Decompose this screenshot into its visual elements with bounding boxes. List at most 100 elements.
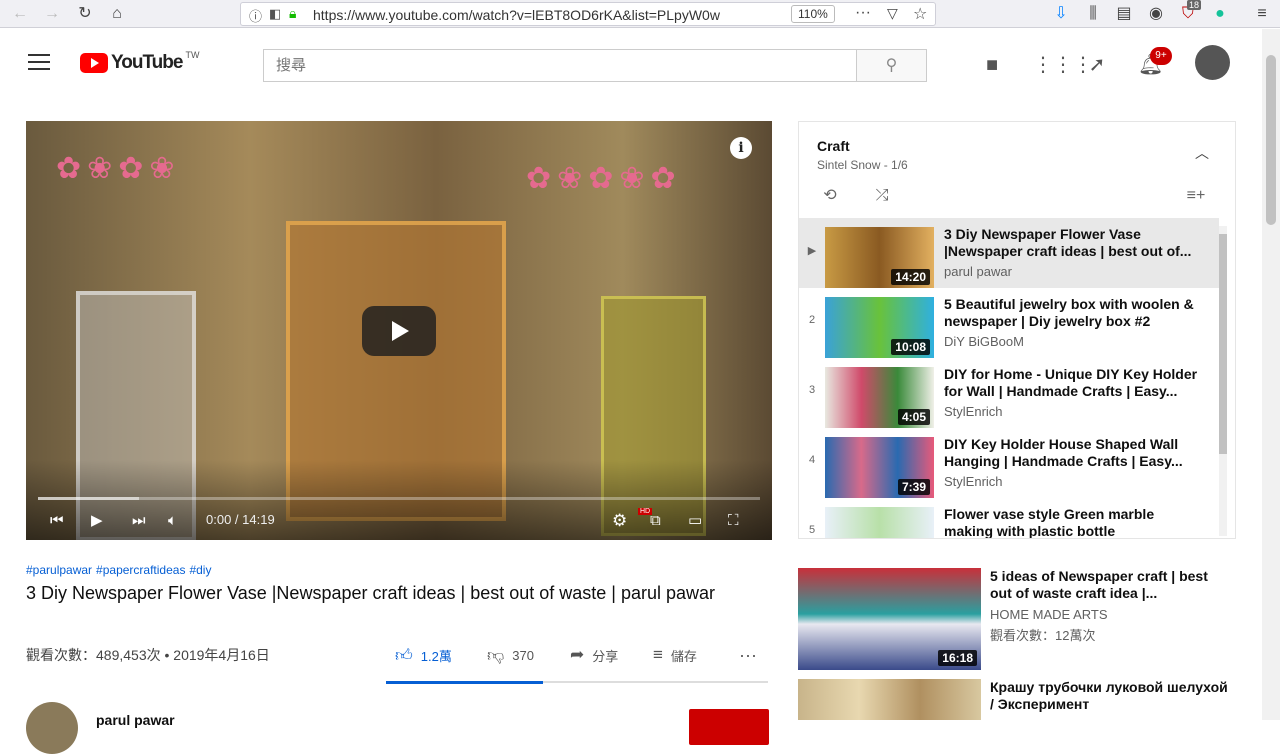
playlist-scrollbar-thumb[interactable]: [1219, 234, 1227, 454]
channel-avatar[interactable]: [26, 702, 78, 754]
channel-row: parul pawar: [26, 700, 776, 754]
duration-badge: 7:39: [897, 479, 930, 495]
settings-gear-icon[interactable]: ⚙: [612, 512, 627, 530]
like-count: 1.2萬: [420, 649, 452, 664]
playlist-item-index: 2: [808, 314, 816, 326]
more-actions-icon[interactable]: ···: [739, 645, 757, 666]
playlist-add-icon[interactable]: ≡+: [1185, 186, 1207, 206]
dislike-count: 370: [512, 648, 534, 663]
large-play-button[interactable]: [362, 306, 436, 356]
back-icon[interactable]: ←: [10, 4, 30, 24]
playlist-scrollbar[interactable]: [1219, 226, 1227, 536]
video-actions: 👍︎ 1.2萬 👎︎ 370 ➦ 分享 ≡ 儲存 ···: [395, 645, 775, 665]
hashtag-link[interactable]: #parulpawar: [26, 563, 92, 577]
recommended-views: 觀看次數：12萬次: [990, 628, 1096, 643]
like-button[interactable]: 👍︎ 1.2萬: [395, 645, 452, 666]
grammarly-icon[interactable]: ●: [1210, 4, 1230, 24]
recommended-video[interactable]: 16:18 5 ideas of Newspaper craft | best …: [798, 568, 1236, 672]
extension-badge: 18: [1187, 0, 1202, 10]
playlist-item[interactable]: 5 Flower vase style Green marble making …: [799, 498, 1219, 539]
account-icon[interactable]: ◉: [1146, 4, 1166, 24]
recommended-thumbnail[interactable]: 16:18: [798, 568, 981, 670]
page-actions-icon[interactable]: ···: [855, 4, 871, 22]
home-icon[interactable]: ⌂: [107, 4, 127, 24]
library-icon[interactable]: ⫼: [1083, 4, 1103, 24]
subscribe-button[interactable]: [689, 709, 769, 745]
url-bar[interactable]: ⓘ ◧ 🔒︎ https://www.youtube.com/watch?v=l…: [240, 2, 936, 26]
playlist-item-title: Flower vase style Green marble making wi…: [944, 506, 1155, 539]
user-avatar[interactable]: [1195, 45, 1230, 80]
playlist-item[interactable]: 4 7:39 DIY Key Holder House Shaped Wall …: [799, 428, 1219, 498]
progress-bar[interactable]: [38, 497, 760, 500]
video-title: 3 Diy Newspaper Flower Vase |Newspaper c…: [26, 583, 716, 603]
search-icon: ⚲: [885, 57, 898, 74]
playlist-item-channel: StylEnrich: [944, 474, 1003, 489]
share-arrow-icon: ➦: [570, 645, 585, 664]
playlist-subtitle: Sintel Snow - 1/6: [817, 158, 908, 172]
guide-menu-icon[interactable]: [28, 54, 50, 70]
duration-badge: 10:08: [891, 339, 930, 355]
download-icon[interactable]: ⇩: [1051, 4, 1071, 24]
playlist-item[interactable]: ▶ 14:20 3 Diy Newspaper Flower Vase |New…: [799, 218, 1219, 288]
apps-grid-icon[interactable]: ⋮⋮⋮: [1033, 53, 1093, 77]
dislike-button[interactable]: 👎︎ 370: [487, 645, 534, 666]
duration-badge: 4:05: [897, 409, 930, 425]
save-label: 儲存: [670, 648, 697, 664]
recommended-thumbnail[interactable]: [798, 679, 981, 720]
playlist-panel: Craft Sintel Snow - 1/6 ︿ ⟲ ⤮ ≡+ ▶ 14:20…: [798, 121, 1236, 539]
card-info-icon[interactable]: i: [730, 137, 752, 159]
logo-text: YouTube: [111, 52, 183, 73]
save-button[interactable]: ≡ 儲存: [653, 645, 697, 665]
fullscreen-icon[interactable]: ⛶: [728, 512, 739, 530]
volume-icon[interactable]: 🔈︎: [168, 512, 177, 530]
sidebar-icon[interactable]: ▤: [1114, 4, 1134, 24]
shuffle-icon[interactable]: ⤮: [871, 186, 893, 206]
playlist-item[interactable]: 3 4:05 DIY for Home - Unique DIY Key Hol…: [799, 358, 1219, 428]
lock-icon: 🔒︎: [289, 5, 297, 21]
duration-badge: 14:20: [891, 269, 930, 285]
miniplayer-icon[interactable]: ⧉: [650, 512, 661, 530]
pocket-icon[interactable]: ▽: [887, 5, 898, 22]
previous-icon[interactable]: ⏮︎: [50, 512, 64, 530]
youtube-play-icon: [80, 53, 108, 73]
channel-name[interactable]: parul pawar: [96, 712, 175, 728]
messages-icon[interactable]: ➚: [1085, 53, 1109, 77]
video-player[interactable]: ✿❀✿❀ ✿❀✿❀✿ i ⏮︎ ▶ ⏭︎ 🔈︎ 0:00 / 14:19 ⚙ H…: [26, 121, 772, 540]
thumbs-up-icon: 👍︎: [395, 646, 413, 665]
playlist-title[interactable]: Craft: [817, 138, 850, 154]
reload-icon[interactable]: ↻: [75, 4, 95, 24]
url-text[interactable]: https://www.youtube.com/watch?v=lEBT8OD6…: [313, 7, 753, 23]
permissions-icon[interactable]: ◧: [269, 6, 281, 22]
page-scrollbar[interactable]: [1262, 29, 1280, 720]
playlist-item-channel: parul pawar: [944, 264, 1012, 279]
zoom-level[interactable]: 110%: [791, 5, 835, 23]
video-frame-flowers-right: ✿❀✿❀✿: [526, 162, 682, 195]
playlist-item-index: 4: [808, 454, 816, 466]
page-scrollbar-thumb[interactable]: [1266, 55, 1276, 225]
create-video-icon[interactable]: ■: [980, 53, 1004, 77]
share-button[interactable]: ➦ 分享: [570, 645, 618, 665]
recommended-title[interactable]: 5 ideas of Newspaper craft | best out of…: [990, 568, 1230, 602]
playlist-thumbnail: 4:05: [825, 367, 934, 428]
menu-icon[interactable]: ≡: [1252, 4, 1272, 24]
play-icon[interactable]: ▶: [91, 512, 103, 530]
recommended-video[interactable]: Крашу трубочки луковой шелухой / Экспери…: [798, 679, 1236, 720]
youtube-logo[interactable]: YouTube TW: [80, 50, 199, 73]
playlist-item-index: 5: [808, 524, 816, 536]
forward-icon[interactable]: →: [42, 4, 62, 24]
search-button[interactable]: ⚲: [856, 49, 927, 82]
playlist-item[interactable]: 2 10:08 5 Beautiful jewelry box with woo…: [799, 288, 1219, 358]
hashtag-link[interactable]: #papercraftideas: [96, 563, 185, 577]
loop-icon[interactable]: ⟲: [819, 186, 841, 206]
video-frame-flowers-left: ✿❀✿❀: [56, 152, 181, 185]
recommended-title[interactable]: Крашу трубочки луковой шелухой / Экспери…: [990, 679, 1230, 713]
theater-mode-icon[interactable]: ▭: [688, 512, 702, 530]
collapse-chevron-icon[interactable]: ︿: [1193, 144, 1211, 162]
search-input[interactable]: [263, 49, 857, 82]
info-icon[interactable]: ⓘ: [249, 6, 262, 25]
playlist-add-icon: ≡: [653, 645, 663, 664]
playlist-item-index: 3: [808, 384, 816, 396]
bookmark-star-icon[interactable]: ☆: [913, 4, 927, 24]
hashtag-link[interactable]: #diy: [189, 563, 211, 577]
next-icon[interactable]: ⏭︎: [132, 512, 146, 530]
